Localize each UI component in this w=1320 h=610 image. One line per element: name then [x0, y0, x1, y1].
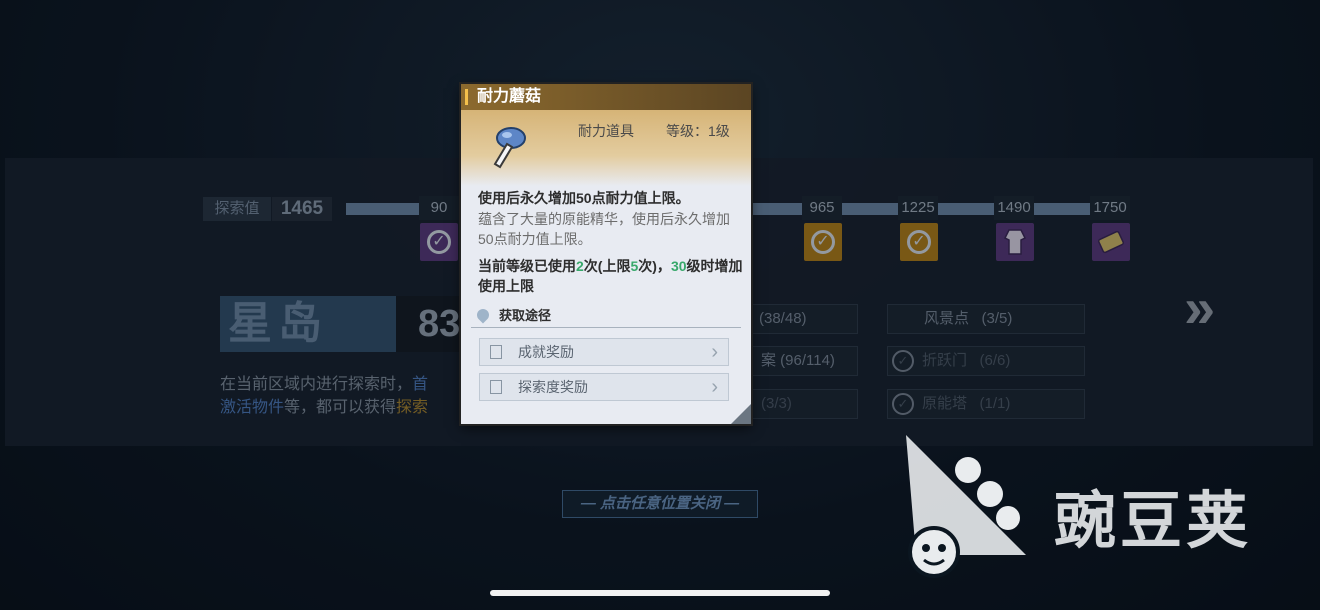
source-exploration-button[interactable]: 探索度奖励 ›: [479, 373, 729, 401]
usage-level: 30: [670, 258, 687, 274]
item-name: 耐力蘑菇: [477, 88, 542, 105]
source-achievement-button[interactable]: 成就奖励 ›: [479, 338, 729, 366]
source-label: 探索度奖励: [518, 379, 588, 395]
usage-used: 2: [576, 258, 584, 274]
close-hint[interactable]: — 点击任意位置关闭 —: [562, 490, 758, 518]
home-indicator[interactable]: [490, 590, 830, 596]
chevron-right-icon: ›: [711, 341, 718, 363]
header-accent: [465, 89, 468, 105]
source-title: 获取途径: [499, 308, 552, 323]
source-label: 成就奖励: [518, 344, 574, 360]
card-header: 耐力蘑菇: [461, 84, 751, 110]
location-pin-icon: [474, 306, 492, 324]
item-type: 耐力道具: [578, 123, 634, 139]
source-header: 获取途径: [471, 305, 741, 328]
document-icon: [490, 380, 502, 394]
document-icon: [490, 345, 502, 359]
item-effect: 使用后永久增加50点耐力值上限。: [478, 190, 690, 206]
usage-text: 次)，: [638, 258, 671, 274]
watermark-text: 豌豆荚: [1054, 487, 1253, 556]
usage-text: 次(上限: [583, 258, 631, 274]
chevron-right-icon: ›: [711, 376, 718, 398]
item-level: 等级：1级: [666, 123, 730, 139]
item-usage: 当前等级已使用2次(上限5次)，30级时增加使用上限: [478, 256, 748, 296]
usage-text: 当前等级已使用: [478, 258, 576, 274]
card-corner-decoration: [731, 404, 751, 424]
item-flavor-text: 蕴含了大量的原能精华，使用后永久增加50点耐力值上限。: [478, 211, 730, 247]
mushroom-icon: [493, 127, 526, 169]
item-detail-card: 耐力蘑菇 耐力道具 等级：1级 使用后永久增加50点耐力值上限。 蕴含了大量的原…: [461, 84, 751, 424]
watermark-logo-icon: [906, 435, 1026, 578]
